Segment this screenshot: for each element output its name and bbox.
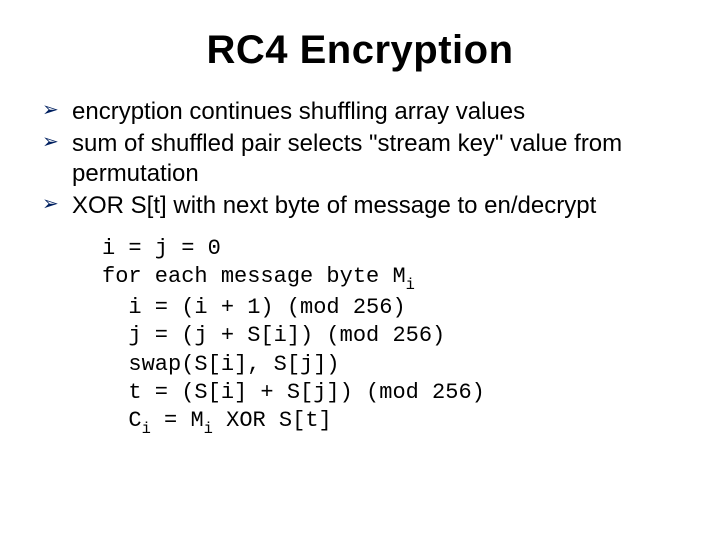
bullet-text: XOR S[t] with next byte of message to en… [72, 192, 596, 219]
code-line: i = j = 0 [102, 236, 221, 261]
bullet-list: ➢ encryption continues shuffling array v… [40, 97, 680, 221]
code-text: = M [151, 408, 204, 433]
code-subscript: i [204, 420, 213, 438]
code-line: Ci = Mi XOR S[t] [102, 408, 332, 433]
code-text: C [102, 408, 142, 433]
bullet-text: sum of shuffled pair selects "stream key… [72, 130, 622, 187]
slide: RC4 Encryption ➢ encryption continues sh… [0, 0, 720, 540]
code-line: for each message byte Mi [102, 264, 415, 289]
code-text: for each message byte M [102, 264, 406, 289]
code-line: t = (S[i] + S[j]) (mod 256) [102, 380, 485, 405]
bullet-arrow-icon: ➢ [42, 194, 59, 214]
slide-title: RC4 Encryption [40, 28, 680, 73]
bullet-arrow-icon: ➢ [42, 132, 59, 152]
bullet-arrow-icon: ➢ [42, 100, 59, 120]
code-text: XOR S[t] [213, 408, 332, 433]
code-line: j = (j + S[i]) (mod 256) [102, 323, 445, 348]
bullet-text: encryption continues shuffling array val… [72, 98, 525, 125]
list-item: ➢ XOR S[t] with next byte of message to … [42, 191, 670, 221]
list-item: ➢ sum of shuffled pair selects "stream k… [42, 129, 670, 189]
code-line: swap(S[i], S[j]) [102, 352, 340, 377]
code-subscript: i [406, 276, 415, 294]
list-item: ➢ encryption continues shuffling array v… [42, 97, 670, 127]
code-subscript: i [142, 420, 151, 438]
code-line: i = (i + 1) (mod 256) [102, 295, 406, 320]
pseudocode-block: i = j = 0 for each message byte Mi i = (… [102, 235, 680, 438]
